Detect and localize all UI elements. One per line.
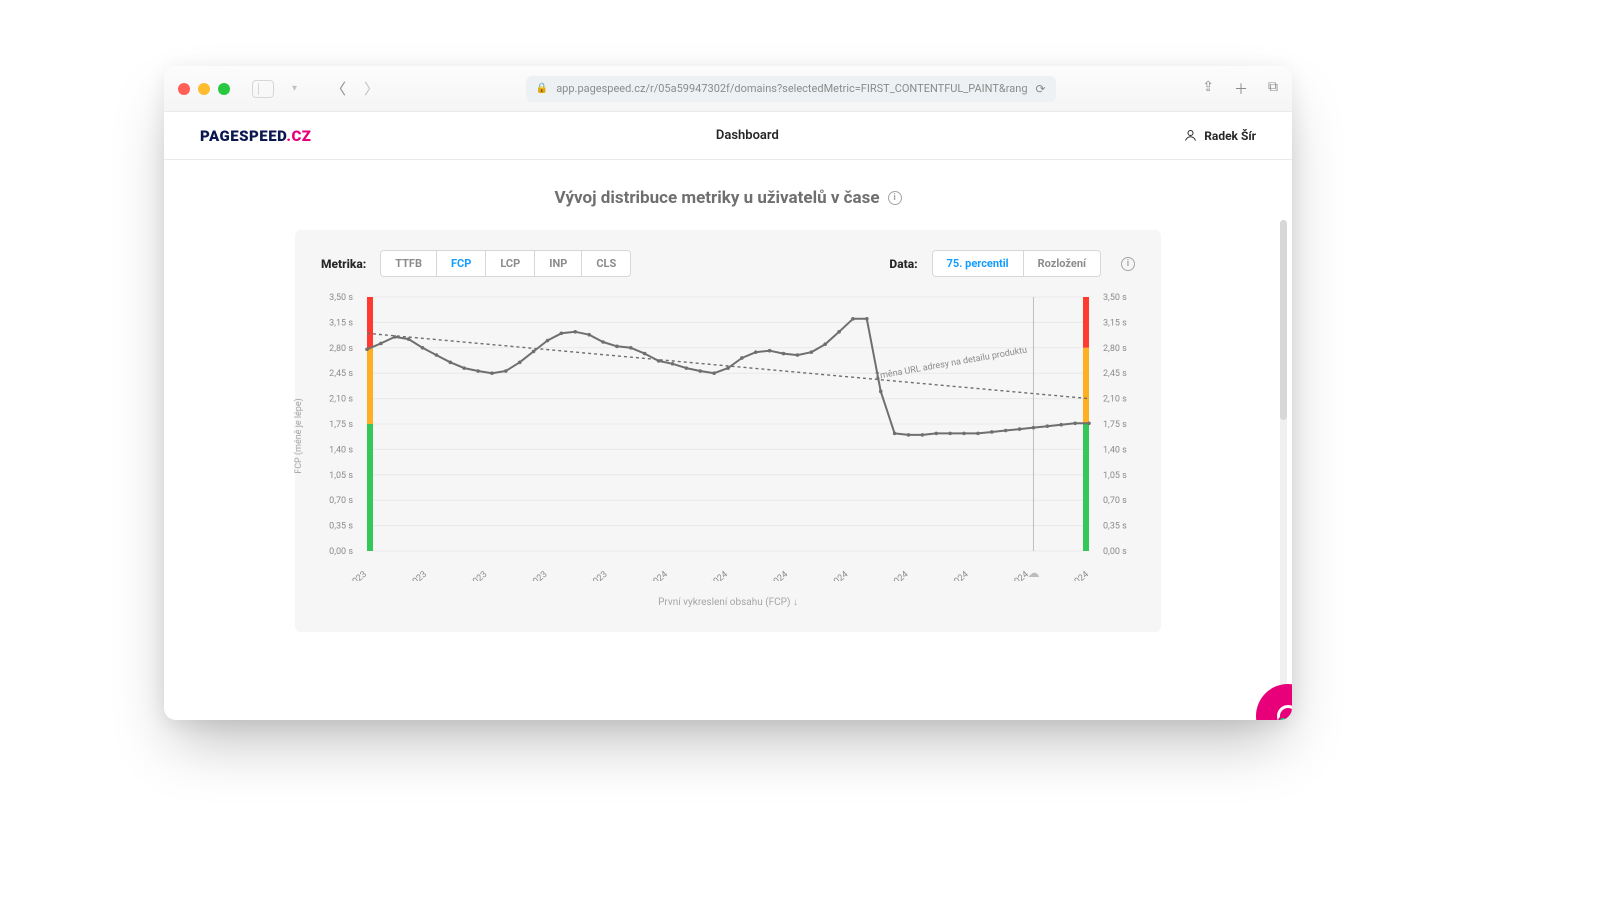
tabs-icon[interactable]: ⧉ [1268,79,1278,99]
brand-logo[interactable]: PAGESPEED.CZ [200,127,311,145]
x-tick: 3/2024 [761,570,790,581]
data-segmented: 75. percentilRozložení [932,250,1101,277]
x-tick: 12/2023 [577,570,610,581]
info-icon[interactable]: i [888,191,902,205]
reload-icon[interactable]: ⟳ [1036,82,1046,96]
svg-text:0,00 s: 0,00 s [1103,547,1127,557]
url-text: app.pagespeed.cz/r/05a59947302f/domains?… [556,82,1027,95]
svg-text:0,70 s: 0,70 s [329,496,353,506]
seg-fcp[interactable]: FCP [437,251,486,276]
x-tick: 8/2023 [340,570,369,581]
new-tab-icon[interactable]: ＋ [1234,79,1248,99]
x-tick: 6/2024 [942,570,971,581]
close-window-button[interactable] [178,83,190,95]
svg-text:0,70 s: 0,70 s [1103,496,1127,506]
svg-text:1,05 s: 1,05 s [1103,471,1127,481]
scrollbar-thumb[interactable] [1280,220,1287,420]
x-axis-label: První vykreslení obsahu (FCP) ↓ [303,597,1153,608]
x-tick: 2/2024 [701,570,730,581]
svg-text:0,35 s: 0,35 s [1103,522,1127,532]
chat-fab[interactable] [1256,684,1292,720]
seg-ttfb[interactable]: TTFB [381,251,437,276]
svg-text:1,40 s: 1,40 s [1103,445,1127,455]
address-bar[interactable]: 🔒 app.pagespeed.cz/r/05a59947302f/domain… [526,76,1056,102]
user-icon [1183,128,1198,143]
user-menu[interactable]: Radek Šír [1183,128,1256,143]
svg-text:2,10 s: 2,10 s [1103,395,1127,405]
minimize-window-button[interactable] [198,83,210,95]
x-tick: 9/2023 [400,570,429,581]
metric-segmented: TTFBFCPLCPINPCLS [380,250,631,277]
svg-text:3,50 s: 3,50 s [329,293,353,303]
back-button[interactable]: 〈 [331,78,346,99]
x-tick: 4/2024 [822,570,851,581]
seg-cls[interactable]: CLS [582,251,630,276]
metric-label: Metrika: [321,257,366,271]
scrollbar[interactable] [1280,220,1287,720]
x-tick: 10/2023 [457,570,490,581]
seg-75-percentil[interactable]: 75. percentil [933,251,1024,276]
svg-text:1,75 s: 1,75 s [1103,420,1127,430]
window-traffic-lights[interactable] [178,83,230,95]
section-title: Vývoj distribuce metriky u uživatelů v č… [554,188,879,208]
x-tick: 8/2024 [1062,570,1091,581]
svg-text:1,75 s: 1,75 s [329,420,353,430]
svg-text:2,45 s: 2,45 s [1103,369,1127,379]
svg-text:3,15 s: 3,15 s [329,318,353,328]
svg-text:0,00 s: 0,00 s [329,547,353,557]
svg-text:3,15 s: 3,15 s [1103,318,1127,328]
svg-text:1,05 s: 1,05 s [329,471,353,481]
x-tick: 11/2023 [517,570,550,581]
svg-text:2,80 s: 2,80 s [329,344,353,354]
page-title: Dashboard [716,128,779,143]
chat-icon [1277,705,1292,720]
sidebar-toggle-button[interactable] [252,80,274,98]
chart-card: Metrika: TTFBFCPLCPINPCLS Data: 75. perc… [295,230,1161,632]
forward-button[interactable]: 〉 [364,78,379,99]
svg-text:1,40 s: 1,40 s [329,445,353,455]
chevron-down-icon: ▾ [292,83,297,94]
browser-chrome: ▾ 〈 〉 🔒 app.pagespeed.cz/r/05a59947302f/… [164,66,1292,112]
svg-text:2,45 s: 2,45 s [329,369,353,379]
info-icon[interactable]: i [1121,257,1135,271]
svg-text:0,35 s: 0,35 s [329,522,353,532]
seg-rozlo-en-[interactable]: Rozložení [1024,251,1100,276]
lock-icon: 🔒 [536,83,548,94]
x-tick: 1/2024 [641,570,670,581]
data-label: Data: [889,257,917,271]
chart: FCP (méně je lépe) 0,00 s0,00 s0,35 s0,3… [313,291,1143,581]
x-tick: 7/2024 [1002,570,1031,581]
svg-text:3,50 s: 3,50 s [1103,293,1127,303]
seg-inp[interactable]: INP [535,251,582,276]
share-icon[interactable]: ⇪ [1202,79,1214,99]
maximize-window-button[interactable] [218,83,230,95]
seg-lcp[interactable]: LCP [486,251,535,276]
site-header: PAGESPEED.CZ Dashboard Radek Šír [164,112,1292,160]
svg-text:2,10 s: 2,10 s [329,395,353,405]
svg-text:2,80 s: 2,80 s [1103,344,1127,354]
y-axis-label: FCP (méně je lépe) [294,398,304,474]
user-name: Radek Šír [1204,129,1256,143]
chart-annotation: Změna URL adresy na detailu produktu [874,346,1028,383]
x-tick: 5/2024 [882,570,911,581]
